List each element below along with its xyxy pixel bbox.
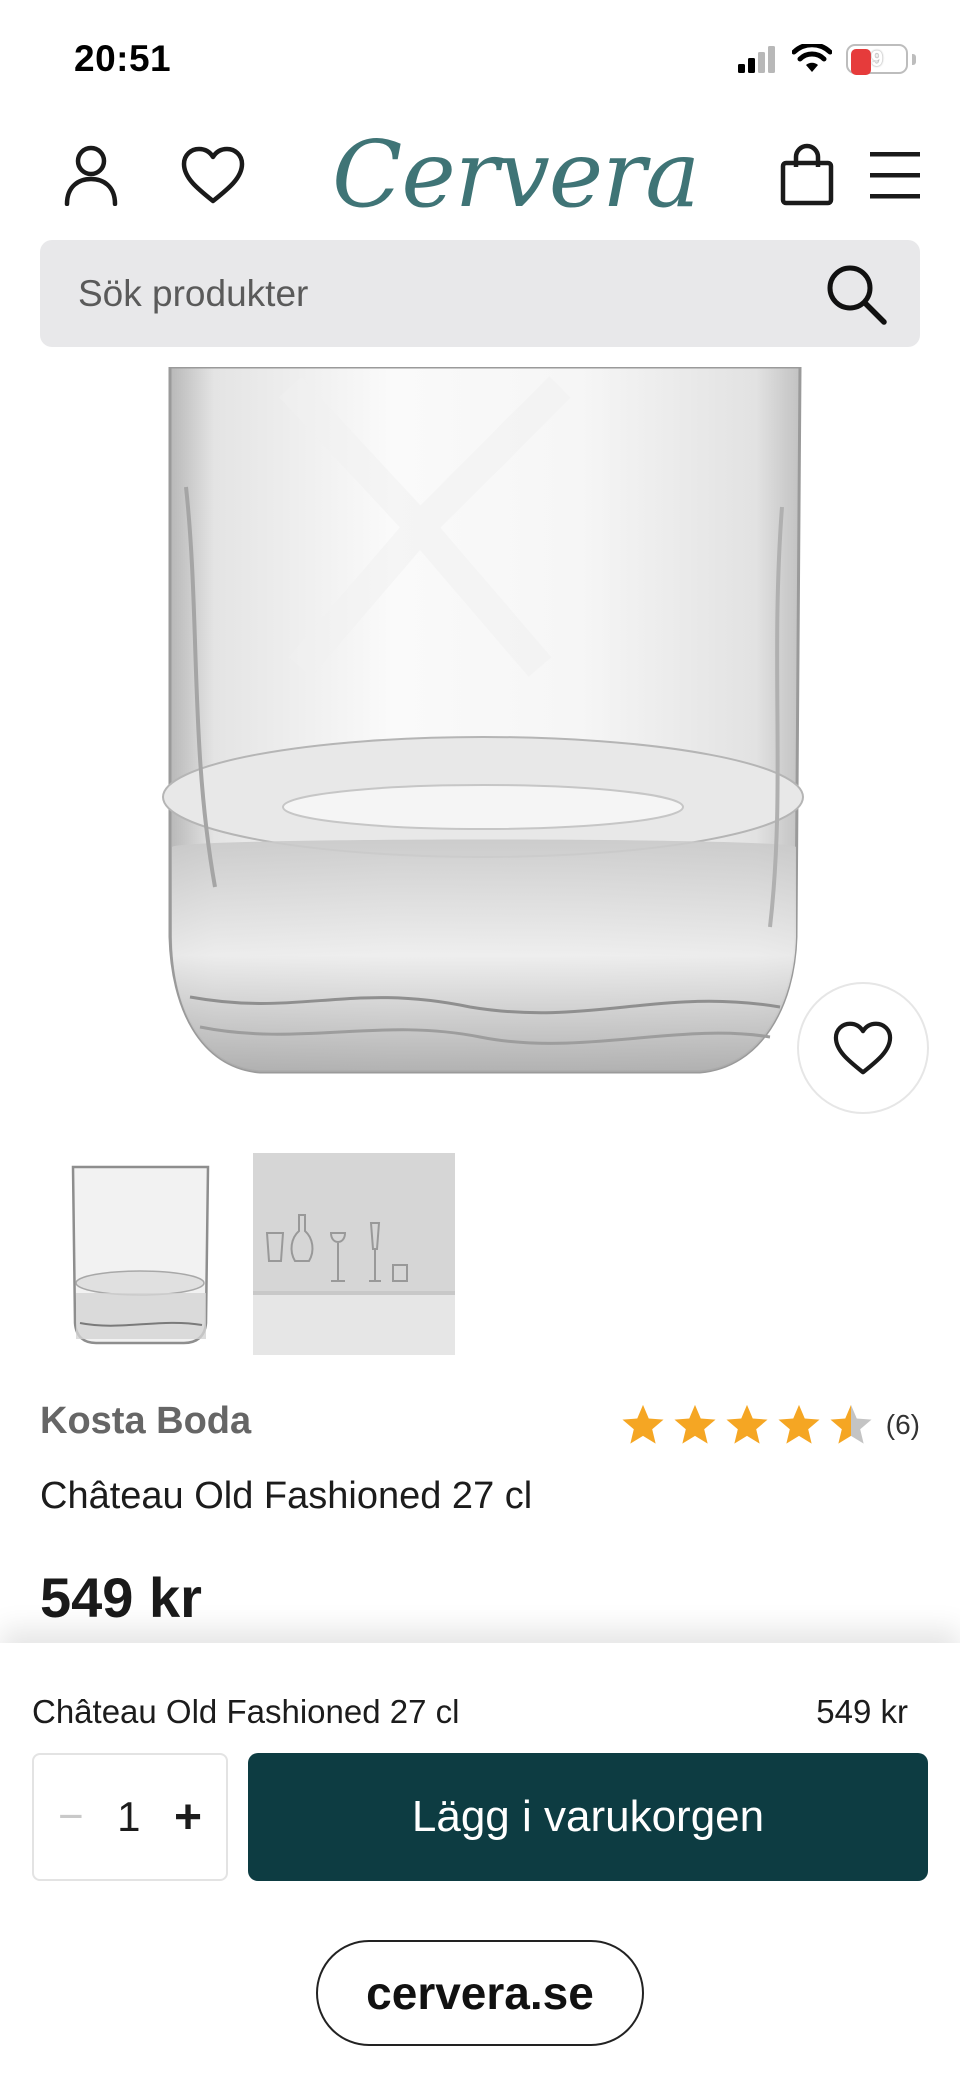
wifi-icon <box>792 44 832 72</box>
star-full-icon <box>778 1404 820 1444</box>
star-full-icon <box>674 1404 716 1444</box>
site-logo[interactable]: Cervera <box>332 124 700 225</box>
battery-icon: 9 <box>846 44 908 75</box>
decrease-quantity-button[interactable]: − <box>58 1792 84 1842</box>
quantity-value[interactable]: 1 <box>117 1793 140 1841</box>
glass-thumbnail[interactable] <box>40 1153 242 1355</box>
user-icon[interactable] <box>58 142 124 208</box>
battery-level: 9 <box>870 46 884 71</box>
product-rating[interactable]: (6) <box>620 1402 920 1448</box>
star-full-icon <box>726 1404 768 1444</box>
product-name: Château Old Fashioned 27 cl <box>40 1475 533 1517</box>
shopping-bag-icon[interactable] <box>774 142 840 208</box>
sticky-product-name: Château Old Fashioned 27 cl <box>32 1693 460 1730</box>
search-input[interactable] <box>78 240 798 347</box>
increase-quantity-button[interactable]: + <box>174 1790 202 1845</box>
star-full-icon <box>622 1404 664 1444</box>
quantity-stepper: − 1 + <box>32 1753 228 1881</box>
add-to-cart-button[interactable]: Lägg i varukorgen <box>248 1753 928 1881</box>
heart-icon <box>833 1021 893 1075</box>
product-price: 549 kr <box>40 1566 202 1629</box>
search-icon[interactable] <box>822 260 890 328</box>
cellular-signal-icon <box>738 46 775 73</box>
status-bar: 20:51 9 <box>0 0 960 120</box>
menu-icon[interactable] <box>862 142 928 208</box>
add-to-wishlist-button[interactable] <box>797 982 929 1114</box>
star-half-icon <box>830 1404 872 1444</box>
search-bar <box>40 240 920 347</box>
sticky-add-to-cart-bar: Château Old Fashioned 27 cl 549 kr − 1 +… <box>0 1643 960 2078</box>
site-header: Cervera <box>0 120 960 235</box>
status-time: 20:51 <box>74 38 172 79</box>
product-image[interactable] <box>0 367 960 1107</box>
sticky-product-price: 549 kr <box>816 1693 908 1730</box>
rating-count: (6) <box>885 1409 920 1440</box>
browser-url-bar[interactable]: cervera.se <box>316 1940 644 2046</box>
product-brand[interactable]: Kosta Boda <box>40 1400 251 1443</box>
heart-icon[interactable] <box>180 142 246 208</box>
status-icons: 9 <box>738 44 916 75</box>
collection-thumbnail[interactable] <box>253 1153 455 1355</box>
